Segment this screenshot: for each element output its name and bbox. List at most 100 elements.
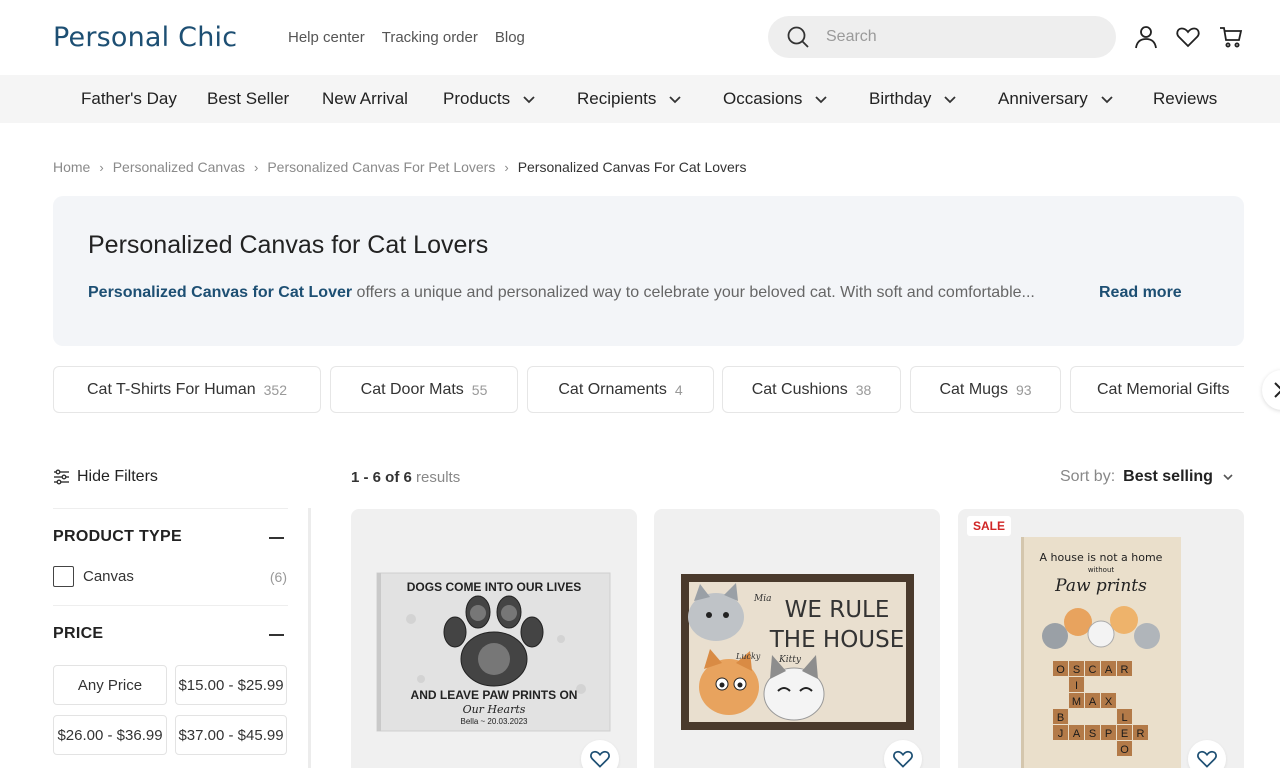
breadcrumb-personalized-canvas[interactable]: Personalized Canvas xyxy=(113,159,245,175)
nav-new-arrival[interactable]: New Arrival xyxy=(322,89,408,109)
product-image[interactable]: WE RULE THE HOUSE Mia Lucky Kitty xyxy=(654,509,940,768)
chip-label: Cat Memorial Gifts xyxy=(1097,380,1230,398)
sort-dropdown[interactable]: Sort by: Best selling xyxy=(1060,468,1235,486)
letter-tile-text: A xyxy=(1089,696,1097,708)
letter-tile-text: O xyxy=(1120,744,1129,756)
page-title: Personalized Canvas for Cat Lovers xyxy=(88,231,489,259)
chip-label: Cat Ornaments xyxy=(558,380,667,398)
product-art-text: Bella ~ 20.03.2023 xyxy=(461,717,528,726)
results-range: 1 - 6 of 6 xyxy=(351,469,412,486)
price-26-36[interactable]: $26.00 - $36.99 xyxy=(53,715,167,755)
chip-cat-memorial-gifts[interactable]: Cat Memorial Gifts xyxy=(1070,366,1244,413)
nav-label: New Arrival xyxy=(322,89,408,108)
heart-icon xyxy=(590,750,610,768)
price-filter-title[interactable]: PRICE xyxy=(53,625,103,643)
chip-cat-cushions[interactable]: Cat Cushions 38 xyxy=(722,366,901,413)
sort-label: Sort by: xyxy=(1060,468,1116,485)
letter-tile-text: J xyxy=(1058,728,1064,740)
product-art-text: AND LEAVE PAW PRINTS ON xyxy=(411,688,578,702)
heart-icon xyxy=(1197,750,1217,768)
search-input[interactable] xyxy=(826,28,1086,46)
chip-cat-door-mats[interactable]: Cat Door Mats 55 xyxy=(330,366,518,413)
main-nav: Father's Day Best Seller New Arrival Pro… xyxy=(0,75,1280,123)
product-image[interactable]: A house is not a home without Paw prints… xyxy=(958,509,1244,768)
chip-label: Cat T-Shirts For Human xyxy=(87,380,256,398)
price-15-25[interactable]: $15.00 - $25.99 xyxy=(175,665,287,705)
chevron-down-icon xyxy=(1101,96,1113,104)
letter-tile-text: R xyxy=(1137,728,1145,740)
chevron-down-icon xyxy=(944,96,957,104)
breadcrumb-pet-lovers[interactable]: Personalized Canvas For Pet Lovers xyxy=(267,159,495,175)
nav-best-seller[interactable]: Best Seller xyxy=(207,89,289,109)
price-37-45[interactable]: $37.00 - $45.99 xyxy=(175,715,287,755)
chevron-down-icon xyxy=(815,96,828,104)
nav-recipients[interactable]: Recipients xyxy=(577,89,682,109)
sale-badge: SALE xyxy=(967,516,1012,536)
nav-occasions[interactable]: Occasions xyxy=(723,89,828,109)
nav-label: Recipients xyxy=(577,89,657,108)
heart-icon xyxy=(893,750,913,768)
cart-icon[interactable] xyxy=(1218,24,1244,50)
sidebar-divider xyxy=(308,508,311,768)
product-art-text: DOGS COME INTO OUR LIVES xyxy=(407,580,581,594)
search-icon[interactable] xyxy=(786,25,810,49)
read-more-link[interactable]: Read more xyxy=(1099,284,1182,302)
sort-value: Best selling xyxy=(1123,468,1213,485)
wishlist-icon[interactable] xyxy=(1175,24,1201,50)
category-description: Personalized Canvas for Cat Lover offers… xyxy=(88,284,1035,302)
letter-tile-text: E xyxy=(1121,728,1128,740)
chevron-right-icon xyxy=(1274,382,1280,398)
filter-sliders-icon xyxy=(54,469,69,485)
price-any[interactable]: Any Price xyxy=(53,665,167,705)
collapse-icon[interactable] xyxy=(269,634,284,636)
nav-anniversary[interactable]: Anniversary xyxy=(998,89,1114,109)
nav-birthday[interactable]: Birthday xyxy=(869,89,957,109)
chip-count: 38 xyxy=(855,381,872,398)
product-card[interactable]: DOGS COME INTO OUR LIVES AND LEAVE PAW P… xyxy=(351,509,637,768)
filter-option-canvas[interactable]: Canvas (6) xyxy=(53,566,287,587)
description-lead[interactable]: Personalized Canvas for Cat Lover xyxy=(88,284,352,301)
tracking-order-link[interactable]: Tracking order xyxy=(382,29,478,46)
hide-filters-button[interactable]: Hide Filters xyxy=(53,468,158,486)
product-art-text: Kitty xyxy=(778,655,802,665)
collapse-icon[interactable] xyxy=(269,537,284,539)
search-bar[interactable] xyxy=(768,16,1116,58)
letter-tile-text: C xyxy=(1089,664,1097,676)
chip-cat-tshirts[interactable]: Cat T-Shirts For Human 352 xyxy=(53,366,321,413)
letter-tile-text: B xyxy=(1057,712,1064,724)
hide-filters-label: Hide Filters xyxy=(77,468,158,485)
product-art-text: Paw prints xyxy=(1054,576,1147,596)
checkbox[interactable] xyxy=(53,566,74,587)
letter-tile-text: X xyxy=(1105,696,1113,708)
product-image[interactable]: DOGS COME INTO OUR LIVES AND LEAVE PAW P… xyxy=(351,509,637,768)
letter-tile-text: R xyxy=(1121,664,1129,676)
breadcrumb-home[interactable]: Home xyxy=(53,159,90,175)
nav-fathers-day[interactable]: Father's Day xyxy=(81,89,177,109)
chip-count: 93 xyxy=(1015,381,1032,398)
account-icon[interactable] xyxy=(1133,24,1159,50)
product-card[interactable]: A house is not a home without Paw prints… xyxy=(958,509,1244,768)
chip-label: Cat Door Mats xyxy=(360,380,464,398)
product-type-filter-title[interactable]: PRODUCT TYPE xyxy=(53,528,182,546)
filter-option-label: Canvas xyxy=(83,568,134,585)
chips-next-button[interactable] xyxy=(1262,370,1280,410)
nav-reviews[interactable]: Reviews xyxy=(1153,89,1217,109)
product-art-text: WE RULE xyxy=(785,597,890,623)
chip-cat-mugs[interactable]: Cat Mugs 93 xyxy=(910,366,1061,413)
help-center-link[interactable]: Help center xyxy=(288,29,365,46)
site-header: Personal Chic Help center Tracking order… xyxy=(0,0,1280,75)
nav-label: Products xyxy=(443,89,511,108)
nav-products[interactable]: Products xyxy=(443,89,536,109)
site-logo[interactable]: Personal Chic xyxy=(53,22,237,53)
nav-label: Reviews xyxy=(1153,89,1218,108)
filter-option-count: (6) xyxy=(269,568,287,585)
blog-link[interactable]: Blog xyxy=(495,29,525,46)
filter-divider xyxy=(53,605,288,606)
chip-cat-ornaments[interactable]: Cat Ornaments 4 xyxy=(527,366,714,413)
results-count: 1 - 6 of 6 results xyxy=(351,469,460,486)
description-text: offers a unique and personalized way to … xyxy=(352,284,1035,301)
product-art-text: Mia xyxy=(753,594,771,604)
breadcrumb-current: Personalized Canvas For Cat Lovers xyxy=(517,159,747,175)
product-card[interactable]: WE RULE THE HOUSE Mia Lucky Kitty xyxy=(654,509,940,768)
nav-label: Birthday xyxy=(869,89,932,108)
